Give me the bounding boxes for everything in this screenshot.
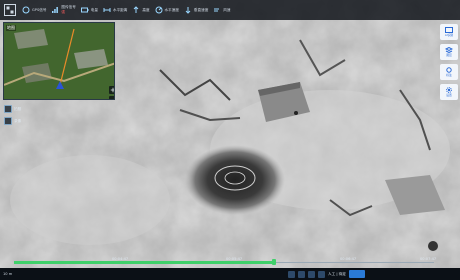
grid-icon[interactable]	[308, 270, 315, 278]
right-tile-ai[interactable]: AI识别	[440, 24, 458, 40]
timeline-progress	[14, 261, 275, 264]
minimap[interactable]: 地图	[3, 22, 115, 100]
timeline-tick: 00:07:47	[420, 257, 437, 261]
battery-icon	[80, 7, 89, 13]
metric-label: 风速	[223, 7, 231, 12]
record-icon	[4, 117, 12, 125]
satellite-icon	[22, 6, 30, 14]
metric-gps: GPS信号	[22, 6, 46, 14]
side-button-label: 拍照	[14, 106, 22, 111]
metric-speed: 水平速度	[155, 6, 179, 14]
right-tile-settings[interactable]: 设置	[440, 84, 458, 100]
right-tile-label: 图层	[446, 53, 452, 57]
target-icon[interactable]	[288, 270, 295, 278]
metric-wind: 风速	[213, 6, 230, 14]
metric-label: 垂直速度	[193, 7, 209, 12]
metric-label: 水平速度	[164, 7, 179, 12]
metric-label: 高度	[142, 7, 150, 12]
bottom-bar: 10 m 人工 | 待定	[0, 268, 460, 280]
side-button-record[interactable]: 录像	[4, 116, 28, 126]
timeline[interactable]: 00:04:47 00:05:47 00:06:47 00:07:47	[0, 256, 460, 268]
metric-altitude: 高度	[132, 6, 150, 14]
zoom-in-button[interactable]	[109, 86, 114, 94]
side-button-photo[interactable]: 拍照	[4, 104, 28, 114]
map-tools	[109, 86, 115, 100]
vspeed-icon	[185, 7, 191, 14]
side-button-label: 录像	[14, 118, 22, 123]
metric-value: 强	[61, 10, 66, 14]
right-tile-label: AI识别	[444, 33, 454, 37]
measure-icon[interactable]	[298, 270, 305, 278]
timeline-tick: 00:04:47	[112, 257, 129, 261]
timeline-tick: 00:06:47	[340, 257, 357, 261]
right-tile-layer[interactable]: 图层	[440, 44, 458, 60]
metric-battery: 电量	[80, 6, 98, 14]
timeline-tick: 00:05:47	[226, 257, 243, 261]
share-icon[interactable]	[318, 270, 325, 278]
metric-link: 图传信号强	[51, 5, 76, 15]
metric-label: 电量	[90, 7, 98, 12]
status-bar: GPS信号 图传信号强 电量 水平距离 高度 水平速度 垂直速度 风速	[0, 0, 460, 20]
metric-label: 水平距离	[112, 7, 128, 12]
minimap-label: 地图	[6, 25, 16, 31]
camera-icon	[4, 105, 12, 113]
signal-icon	[52, 7, 59, 13]
plus-icon	[110, 87, 114, 93]
minus-icon	[110, 97, 115, 100]
minimap-image	[4, 23, 114, 99]
right-tile-label: 设置	[446, 93, 452, 97]
wind-icon	[214, 8, 220, 12]
locate-status: 人工 | 待定	[328, 271, 346, 276]
app-logo-icon[interactable]	[4, 4, 16, 16]
distance-icon	[103, 8, 111, 12]
timeline-scrubber[interactable]	[272, 259, 277, 265]
alert-badge[interactable]	[348, 270, 365, 278]
right-tile-mark[interactable]: 标注	[440, 64, 458, 80]
zoom-out-button[interactable]	[109, 96, 115, 100]
speed-icon	[155, 6, 163, 14]
metric-distance: 水平距离	[103, 6, 127, 14]
altitude-icon	[134, 6, 139, 13]
bottom-controls: 人工 | 待定	[288, 270, 365, 278]
metric-label: GPS信号	[32, 7, 47, 12]
metric-vspeed: 垂直速度	[184, 6, 208, 14]
map-scale: 10 m	[3, 272, 13, 276]
right-tile-label: 标注	[446, 73, 452, 77]
